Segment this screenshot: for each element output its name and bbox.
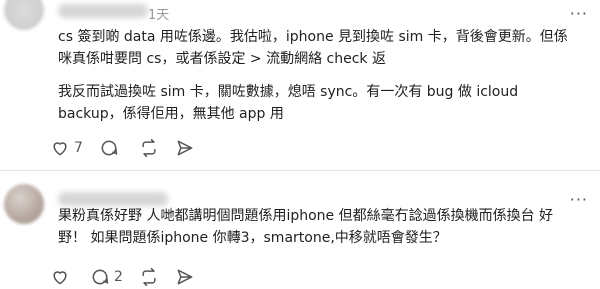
repost-icon xyxy=(139,267,159,287)
more-icon[interactable]: ··· xyxy=(570,4,588,23)
like-button[interactable]: 7 xyxy=(50,138,83,158)
post-time: 1天 xyxy=(148,8,170,23)
avatar[interactable] xyxy=(4,0,44,30)
repost-button[interactable] xyxy=(139,267,159,287)
repost-button[interactable] xyxy=(139,138,159,158)
action-bar: 7 xyxy=(50,138,195,158)
comment-icon xyxy=(90,267,110,287)
send-icon xyxy=(175,267,195,287)
share-button[interactable] xyxy=(175,138,195,158)
divider xyxy=(0,170,600,171)
post-text-paragraph-1: cs 簽到啲 data 用咗係邊。我估啦，iphone 見到換咗 sim 卡，背… xyxy=(58,29,568,67)
send-icon xyxy=(175,138,195,158)
heart-icon xyxy=(50,138,70,158)
repost-icon xyxy=(139,138,159,158)
username-blurred[interactable] xyxy=(58,192,168,206)
like-count: 7 xyxy=(74,140,83,156)
like-button[interactable] xyxy=(50,267,74,287)
reply-button[interactable] xyxy=(99,138,123,158)
heart-icon xyxy=(50,267,70,287)
share-button[interactable] xyxy=(175,267,195,287)
comment-icon xyxy=(99,138,119,158)
post-text: 果粉真係好野 人哋都講明個問題係用iphone 但都絲毫冇諗過係換機而係換台 好… xyxy=(58,208,554,246)
username-blurred[interactable] xyxy=(58,4,148,18)
reply-count: 2 xyxy=(114,269,123,285)
action-bar: 2 xyxy=(50,267,195,287)
reply-button[interactable]: 2 xyxy=(90,267,123,287)
avatar[interactable] xyxy=(4,184,44,224)
post-text-paragraph-2: 我反而試過換咗 sim 卡，關咗數據，熄唔 sync。有一次有 bug 做 ic… xyxy=(58,84,519,122)
